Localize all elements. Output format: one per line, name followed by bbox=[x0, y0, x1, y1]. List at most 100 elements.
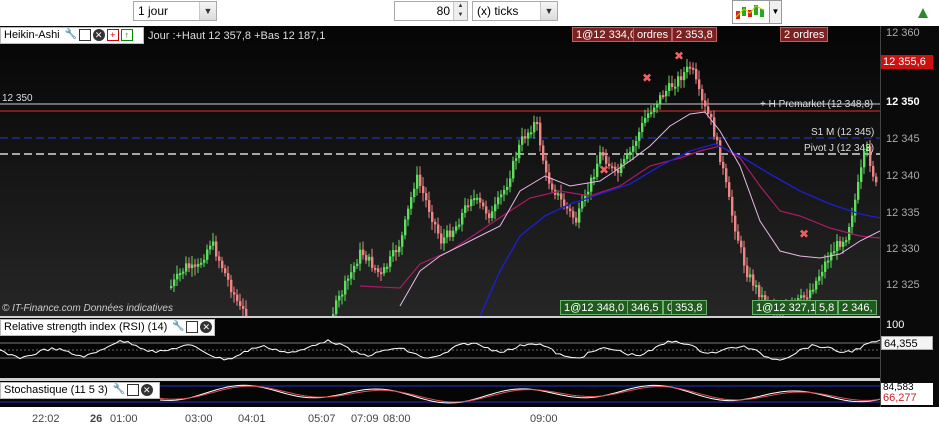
order-tag[interactable]: 346,5 bbox=[627, 300, 663, 315]
wrench-icon[interactable]: 🔧 bbox=[113, 384, 125, 396]
window-icon[interactable] bbox=[186, 321, 199, 334]
candle-body bbox=[482, 202, 485, 207]
candle-body bbox=[755, 285, 758, 288]
order-tag[interactable]: 5,8 bbox=[815, 300, 839, 315]
candle-body bbox=[335, 300, 338, 315]
candle-body bbox=[470, 199, 473, 207]
cross-icon: ✖ bbox=[799, 227, 809, 241]
period-select[interactable]: 1 jour ▼ bbox=[133, 1, 217, 21]
candle-body bbox=[860, 167, 863, 182]
candle-body bbox=[569, 208, 572, 212]
chart-type-button[interactable] bbox=[732, 0, 770, 24]
candle-body bbox=[632, 145, 635, 152]
time-axis[interactable]: 22:02 26 01:00 03:00 04:01 05:07 07:09 0… bbox=[0, 407, 939, 427]
price-label: 12 330 bbox=[886, 243, 920, 255]
toolbar: 1 jour ▼ 80 ▲ ▼ (x) ticks ▼ ▼ bbox=[0, 0, 939, 26]
candle-body bbox=[503, 189, 506, 195]
rsi-value-tag: 64,355 bbox=[881, 336, 933, 350]
chevron-down-icon[interactable]: ▼ bbox=[540, 2, 557, 20]
count-stepper[interactable]: 80 ▲ ▼ bbox=[394, 1, 468, 21]
stochastic-panel[interactable]: Stochastique (11 5 3) 🔧 ✕ bbox=[0, 381, 880, 407]
spin-arrows-icon[interactable]: ▲ ▼ bbox=[453, 2, 467, 20]
candle-body bbox=[452, 230, 455, 237]
main-chart-panel[interactable]: ✖ ✖ ✖ ✖ Heikin-Ashi 🔧 ✕ + ↑ Jour :+Haut 12 … bbox=[0, 26, 880, 316]
chart-type-dropdown[interactable]: ▼ bbox=[770, 0, 782, 24]
candle-body bbox=[665, 90, 668, 97]
candle-body bbox=[206, 249, 209, 260]
candle-body bbox=[476, 197, 479, 200]
candle-body bbox=[650, 112, 653, 115]
candle-body bbox=[431, 211, 434, 222]
candle-body bbox=[740, 240, 743, 248]
candle-body bbox=[410, 197, 413, 209]
candle-body bbox=[593, 176, 596, 179]
window-icon[interactable] bbox=[126, 384, 139, 397]
candle-body bbox=[227, 273, 230, 280]
candle-body bbox=[518, 144, 521, 159]
candle-body bbox=[644, 117, 647, 123]
candle-body bbox=[824, 261, 827, 272]
plus-red-icon[interactable]: + bbox=[106, 29, 119, 42]
candle-body bbox=[500, 194, 503, 198]
candle-body bbox=[224, 268, 227, 274]
order-tag[interactable]: 1@12 348,0 bbox=[560, 300, 629, 315]
candle-body bbox=[173, 279, 176, 286]
candle-body bbox=[347, 278, 350, 281]
window-icon[interactable] bbox=[78, 29, 91, 42]
main-chart-canvas[interactable]: ✖ ✖ ✖ ✖ bbox=[0, 26, 880, 316]
candle-body bbox=[188, 263, 191, 269]
order-tag[interactable]: 353,8 bbox=[671, 300, 707, 315]
candle-body bbox=[509, 178, 512, 187]
candle-body bbox=[176, 273, 179, 280]
scroll-up-icon[interactable] bbox=[916, 2, 930, 22]
candle-body bbox=[659, 95, 662, 104]
candle-body bbox=[536, 122, 539, 125]
cross-icon: ✖ bbox=[674, 49, 684, 63]
premarket-label: + H Premarket (12 348,8) bbox=[760, 99, 874, 110]
candle-body bbox=[752, 274, 755, 286]
candle-body bbox=[239, 301, 242, 307]
wrench-icon[interactable]: 🔧 bbox=[65, 29, 77, 41]
rsi-panel-header: Relative strength index (RSI) (14) 🔧 ✕ bbox=[0, 319, 215, 336]
chevron-down-icon[interactable]: ▼ bbox=[199, 2, 216, 20]
candle-body bbox=[212, 241, 215, 246]
order-tag[interactable]: 2 346, bbox=[838, 300, 877, 315]
date-label: 26 bbox=[90, 413, 103, 425]
candle-body bbox=[620, 163, 623, 173]
candle-body bbox=[521, 136, 524, 145]
order-tag[interactable]: 2 353,8 bbox=[672, 27, 717, 42]
candle-body bbox=[617, 169, 620, 173]
close-icon[interactable]: ✕ bbox=[140, 384, 153, 397]
candle-body bbox=[836, 240, 839, 252]
candle-body bbox=[491, 211, 494, 219]
candle-body bbox=[803, 295, 806, 298]
units-select[interactable]: (x) ticks ▼ bbox=[472, 1, 558, 21]
ma-pink-line bbox=[399, 111, 880, 307]
close-icon[interactable]: ✕ bbox=[92, 29, 105, 42]
price-label: 12 325 bbox=[886, 279, 920, 291]
order-tag[interactable]: 1@12 327,1 bbox=[752, 300, 821, 315]
candle-body bbox=[599, 152, 602, 164]
candle-body bbox=[374, 268, 377, 271]
close-icon[interactable]: ✕ bbox=[200, 321, 213, 334]
candle-body bbox=[542, 145, 545, 161]
candle-body bbox=[551, 183, 554, 190]
order-tag[interactable]: ordres bbox=[633, 27, 673, 42]
order-tag[interactable]: 2 ordres bbox=[780, 27, 829, 42]
candle-body bbox=[485, 206, 488, 214]
candle-body bbox=[191, 264, 194, 269]
candle-body bbox=[488, 213, 491, 219]
candle-body bbox=[449, 230, 452, 237]
cross-icon: ✖ bbox=[642, 71, 652, 85]
arrow-up-icon[interactable]: ↑ bbox=[120, 29, 133, 42]
candle-body bbox=[662, 95, 665, 98]
wrench-icon[interactable]: 🔧 bbox=[172, 321, 184, 333]
candle-body bbox=[545, 160, 548, 173]
candle-body bbox=[680, 76, 683, 81]
order-tag[interactable]: 1@12 334,0 bbox=[572, 27, 641, 42]
rsi-panel[interactable]: Relative strength index (RSI) (14) 🔧 ✕ bbox=[0, 318, 880, 378]
main-info-text: Jour :+Haut 12 357,8 +Bas 12 187,1 bbox=[148, 30, 326, 42]
stoch-d-value-tag: 66,277 bbox=[881, 392, 933, 405]
candle-body bbox=[728, 182, 731, 197]
candle-body bbox=[749, 274, 752, 278]
